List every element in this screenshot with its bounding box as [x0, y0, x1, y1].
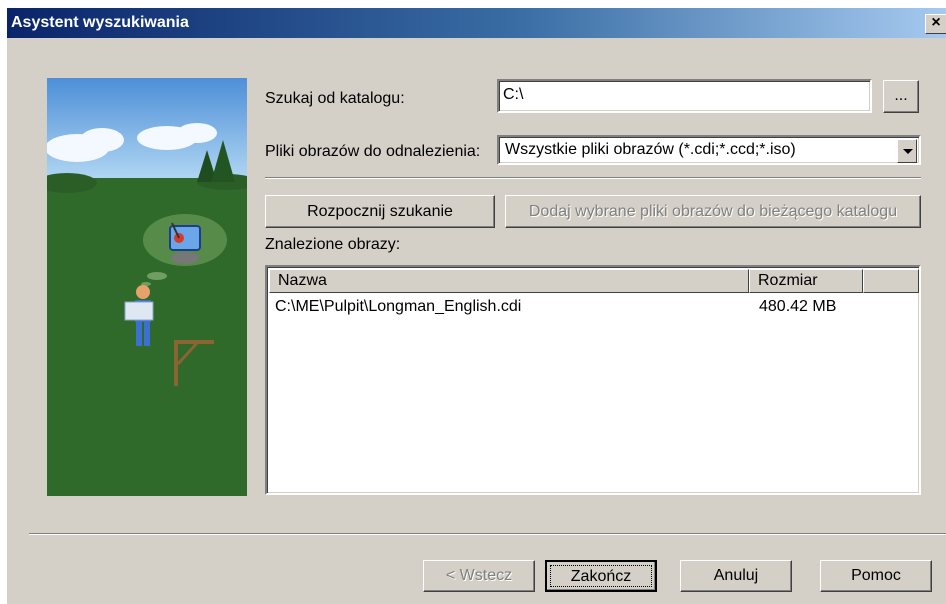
found-images-label: Znalezione obrazy: — [265, 236, 401, 253]
back-label: < Wstecz — [445, 567, 513, 584]
found-images-list[interactable]: Nazwa Rozmiar C:\ME\Pulpit\Longman_Engli… — [265, 265, 921, 495]
footer-separator — [29, 533, 946, 535]
help-label: Pomoc — [851, 567, 901, 584]
start-search-label: Rozpocznij szukanie — [307, 203, 453, 220]
back-button[interactable]: < Wstecz — [423, 560, 535, 592]
finish-button[interactable]: Zakończ — [545, 560, 657, 592]
search-from-label: Szukaj od katalogu: — [265, 90, 405, 107]
separator — [265, 177, 921, 179]
computer-icon — [169, 222, 201, 264]
column-header-name[interactable]: Nazwa — [269, 269, 749, 293]
file-size-cell: 480.42 MB — [759, 298, 837, 315]
help-button[interactable]: Pomoc — [820, 560, 932, 592]
browse-icon[interactable]: ... — [883, 80, 919, 113]
title-bar[interactable]: Asystent wyszukiwania × — [7, 8, 946, 38]
add-selected-label: Dodaj wybrane pliki obrazów do bieżącego… — [528, 203, 898, 220]
image-types-select[interactable]: Wszystkie pliki obrazów (*.cdi;*.ccd;*.i… — [497, 135, 921, 165]
table-row[interactable]: C:\ME\Pulpit\Longman_English.cdi 480.42 … — [269, 296, 919, 318]
image-types-label: Pliki obrazów do odnalezienia: — [265, 143, 481, 160]
cancel-label: Anuluj — [713, 567, 759, 584]
start-search-button[interactable]: Rozpocznij szukanie — [265, 195, 495, 228]
search-wizard-dialog: Asystent wyszukiwania × Szukaj od katalo… — [7, 8, 946, 604]
wizard-illustration — [47, 78, 247, 496]
cancel-button[interactable]: Anuluj — [680, 560, 792, 592]
close-icon[interactable]: × — [925, 14, 946, 34]
search-directory-field[interactable]: C:\ — [497, 79, 872, 113]
dropdown-arrow-icon[interactable] — [897, 139, 917, 163]
focus-ring — [550, 565, 652, 587]
image-types-selected: Wszystkie pliki obrazów (*.cdi;*.ccd;*.i… — [505, 141, 796, 158]
search-directory-value: C:\ — [503, 86, 524, 103]
column-header-size[interactable]: Rozmiar — [749, 269, 863, 293]
add-selected-images-button[interactable]: Dodaj wybrane pliki obrazów do bieżącego… — [505, 195, 921, 228]
file-name-cell: C:\ME\Pulpit\Longman_English.cdi — [275, 298, 522, 315]
column-header-filler — [863, 269, 919, 293]
window-title: Asystent wyszukiwania — [11, 14, 189, 31]
